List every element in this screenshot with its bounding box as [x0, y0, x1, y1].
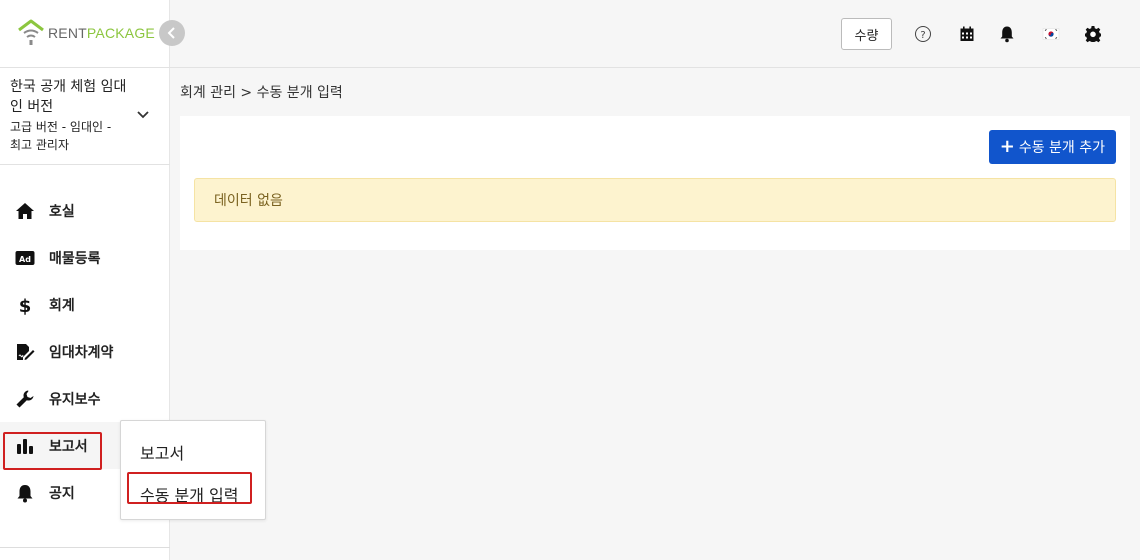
sidebar-item-rooms[interactable]: 호실	[0, 187, 170, 234]
svg-text:Ad: Ad	[19, 255, 31, 264]
bar-chart-icon	[15, 436, 35, 456]
home-icon	[15, 201, 35, 221]
plus-icon: +	[999, 136, 1015, 157]
help-icon[interactable]: ?	[913, 24, 933, 44]
sidebar-item-label: 유지보수	[49, 391, 101, 408]
sidebar-collapse-button[interactable]	[159, 20, 185, 46]
sidebar-divider	[0, 547, 170, 548]
submenu-item-reports[interactable]: 보고서	[140, 440, 184, 464]
dollar-icon: $	[15, 295, 35, 315]
notification-bell-icon[interactable]	[997, 24, 1017, 44]
add-button-label: 수동 분개 추가	[1018, 140, 1105, 156]
top-bar: 수량 ?	[170, 0, 1140, 68]
reports-submenu: 보고서 수동 분개 입력	[120, 420, 266, 520]
sidebar-item-listing[interactable]: Ad 매물등록	[0, 234, 170, 281]
svg-text:$: $	[19, 296, 32, 315]
chevron-down-icon	[137, 111, 149, 119]
content-card: + 수동 분개 추가 데이터 없음	[180, 116, 1130, 250]
wifi-house-logo-icon	[18, 19, 44, 45]
sidebar-item-label: 회계	[49, 297, 75, 314]
korea-flag-icon[interactable]	[1041, 24, 1061, 44]
submenu-item-manual-journal[interactable]: 수동 분개 입력	[127, 472, 252, 506]
account-role: 고급 버전 - 임대인 - 최고 관리자	[10, 120, 112, 152]
logo-text: RENTPACKAGE	[48, 25, 155, 41]
add-manual-journal-button[interactable]: + 수동 분개 추가	[988, 130, 1116, 164]
ad-icon: Ad	[15, 248, 35, 268]
app-logo[interactable]: RENTPACKAGE	[16, 18, 155, 48]
chevron-left-icon	[167, 27, 175, 39]
sidebar-item-accounting[interactable]: $ 회계	[0, 281, 170, 328]
account-selector[interactable]: 한국 공개 체험 임대인 버전 고급 버전 - 임대인 - 최고 관리자	[0, 67, 170, 165]
settings-gear-icon[interactable]	[1083, 24, 1103, 44]
wrench-icon	[15, 389, 35, 409]
breadcrumb: 회계 관리 > 수동 분개 입력	[180, 85, 343, 101]
contract-sign-icon	[15, 342, 35, 362]
calendar-icon[interactable]	[957, 24, 977, 44]
sidebar-item-label: 임대차계약	[49, 344, 114, 361]
sidebar-item-label: 호실	[49, 203, 75, 220]
svg-text:?: ?	[920, 30, 925, 41]
sidebar-item-label: 매물등록	[49, 250, 101, 267]
sidebar-item-lease[interactable]: 임대차계약	[0, 328, 170, 375]
bell-icon	[15, 483, 35, 503]
account-name: 한국 공개 체험 임대인 버전	[10, 79, 127, 115]
empty-data-alert: 데이터 없음	[194, 178, 1116, 222]
quantity-button[interactable]: 수량	[841, 18, 892, 50]
sidebar-item-label: 공지	[49, 485, 75, 502]
sidebar-item-maintenance[interactable]: 유지보수	[0, 375, 170, 422]
sidebar-item-label: 보고서	[49, 438, 88, 455]
